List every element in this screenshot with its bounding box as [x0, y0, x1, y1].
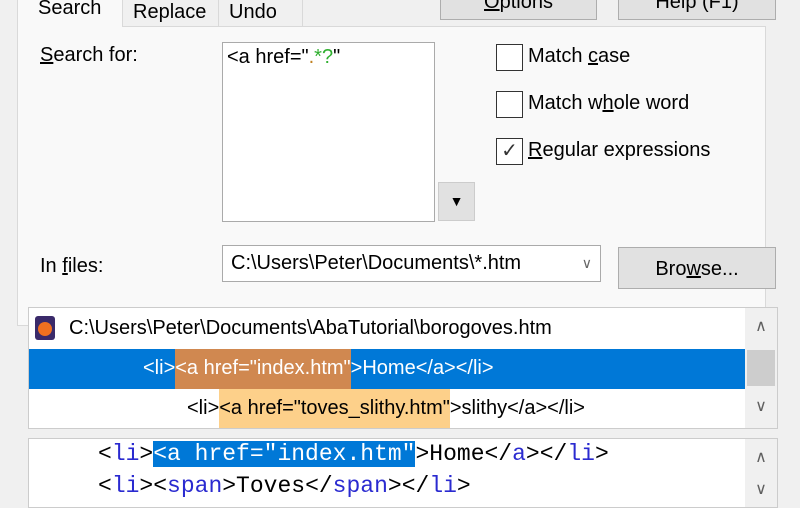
tag: li	[111, 441, 140, 467]
result-row[interactable]: <li><a href="toves_slithy.htm">slithy</a…	[29, 389, 747, 428]
match-highlight: <a href="index.htm"	[175, 349, 351, 389]
help-button[interactable]: Help (F1)	[618, 0, 776, 20]
q-quantifier: *?	[314, 46, 334, 68]
t: >	[594, 441, 609, 467]
t: <li>	[187, 397, 220, 419]
t: >slithy</a></li>	[449, 397, 585, 419]
result-line: <li><a href="toves_slithy.htm">slithy</a…	[187, 389, 585, 428]
t: >	[139, 441, 154, 467]
t: <li>	[143, 357, 176, 379]
history-dropdown-button[interactable]: ▼	[438, 182, 475, 221]
in-files-combo[interactable]: C:\Users\Peter\Documents\*.htm ∨	[222, 245, 601, 282]
scroll-up-icon[interactable]: ∧	[745, 316, 777, 336]
result-row-selected[interactable]: <li><a href="index.htm">Home</a></li>	[29, 349, 747, 389]
match-case-checkbox[interactable]	[496, 44, 523, 71]
k: h	[602, 92, 614, 114]
result-line: <li><a href="index.htm">Home</a></li>	[143, 349, 494, 389]
match-case-label[interactable]: Match case	[528, 45, 630, 68]
firefox-file-icon	[35, 316, 55, 340]
tab-replace[interactable]: Replace	[122, 0, 219, 27]
tag: li	[429, 473, 457, 499]
tag: li	[567, 441, 595, 467]
label-key: S	[40, 44, 54, 66]
t: Match	[528, 45, 589, 67]
t: egular expressions	[542, 139, 711, 161]
k: w	[686, 258, 701, 280]
scroll-up-icon[interactable]: ∧	[745, 447, 777, 467]
in-files-label: In files:	[40, 255, 103, 278]
match-whole-word-label[interactable]: Match whole word	[528, 92, 689, 115]
t: >Toves</	[222, 473, 333, 499]
t: ><	[139, 473, 168, 499]
results-list[interactable]: C:\Users\Peter\Documents\AbaTutorial\bor…	[28, 307, 778, 429]
t: Match w	[528, 92, 603, 114]
match-highlight: <a href="toves_slithy.htm"	[219, 389, 450, 428]
match-whole-word-checkbox[interactable]	[496, 91, 523, 118]
q-literal: <a href="	[227, 46, 309, 68]
tab-undo[interactable]: Undo	[218, 0, 303, 27]
t: <	[98, 473, 112, 499]
tag: span	[332, 473, 388, 499]
options-button[interactable]: Options	[440, 0, 597, 20]
k: R	[528, 139, 543, 161]
k: c	[588, 45, 599, 67]
t: Bro	[655, 258, 687, 280]
t: ase	[598, 45, 631, 67]
results-scrollbar[interactable]: ∧ ∨	[745, 308, 777, 428]
chevron-down-icon: ∨	[581, 255, 592, 271]
search-input[interactable]: <a href=".*?"	[222, 42, 435, 222]
label-text: earch for:	[53, 44, 138, 66]
result-file-path: C:\Users\Peter\Documents\AbaTutorial\bor…	[69, 317, 552, 339]
t: In	[40, 255, 63, 277]
t: ></	[387, 473, 430, 499]
t: se...	[700, 258, 739, 280]
tab-search[interactable]: Search	[17, 0, 123, 27]
regex-checkbox[interactable]: ✓	[496, 138, 523, 165]
scroll-down-icon[interactable]: ∨	[745, 479, 777, 499]
tag: li	[111, 473, 140, 499]
regex-label[interactable]: Regular expressions	[528, 139, 710, 162]
editor-line: <li><a href="index.htm">Home</a></li>	[98, 441, 609, 467]
scrollbar-thumb[interactable]	[747, 350, 775, 386]
q-literal-end: "	[333, 46, 341, 68]
options-label: ptions	[499, 0, 553, 13]
t: >Home</	[415, 441, 513, 467]
editor-line: <li><span>Toves</span></li>	[98, 473, 471, 499]
options-key: O	[484, 0, 500, 13]
tag: a	[512, 441, 526, 467]
t: iles:	[67, 255, 104, 277]
selected-match: <a href="index.htm"	[153, 441, 416, 467]
browse-button[interactable]: Browse...	[618, 247, 776, 289]
search-for-label: Search for:	[40, 44, 138, 67]
tag: span	[167, 473, 223, 499]
result-file-row[interactable]: C:\Users\Peter\Documents\AbaTutorial\bor…	[29, 309, 747, 349]
t: >Home</a></li>	[350, 357, 494, 379]
scroll-down-icon[interactable]: ∨	[745, 396, 777, 416]
t: ></	[525, 441, 568, 467]
file-preview-editor[interactable]: <li><a href="index.htm">Home</a></li> <l…	[28, 438, 778, 508]
check-icon: ✓	[501, 140, 518, 162]
triangle-down-icon: ▼	[449, 193, 464, 209]
t: ole word	[613, 92, 690, 114]
in-files-value: C:\Users\Peter\Documents\*.htm	[231, 252, 522, 274]
t: >	[456, 473, 471, 499]
editor-scrollbar[interactable]: ∧ ∨	[745, 439, 777, 507]
t: <	[98, 441, 112, 467]
